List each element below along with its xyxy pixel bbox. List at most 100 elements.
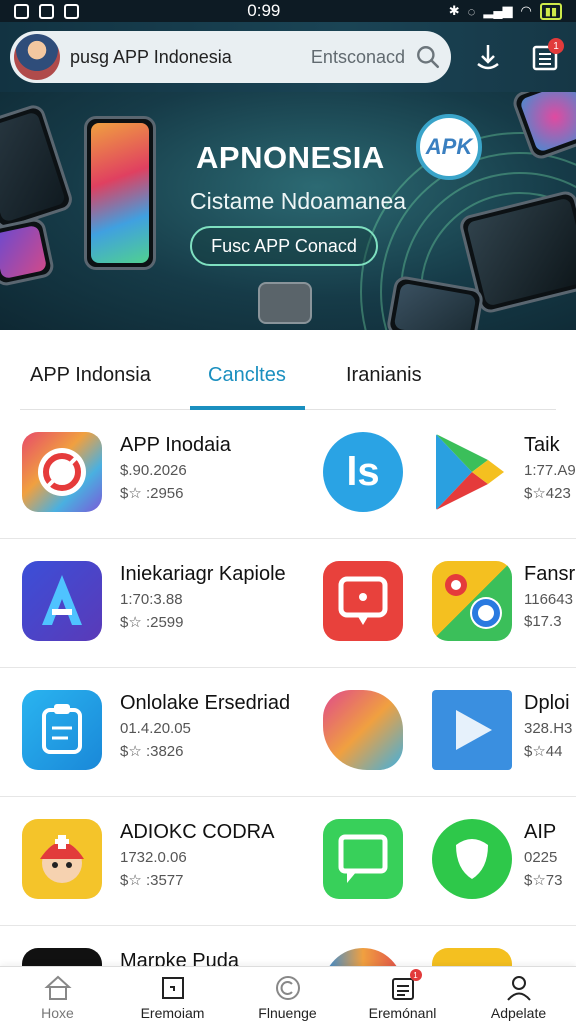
tab-app-indonesia[interactable]: APP Indonsia bbox=[30, 364, 151, 387]
app-name: APP Inodaia bbox=[120, 434, 231, 456]
side-app-rating: $☆44 bbox=[524, 743, 563, 760]
download-icon bbox=[476, 45, 499, 70]
list-item[interactable]: Onlolake Ersedriad 01.4.20.05 $☆ :3826 D… bbox=[0, 668, 576, 797]
app-name: Onlolake Ersedriad bbox=[120, 692, 291, 714]
side-app-rating: $☆423 bbox=[524, 485, 571, 502]
side-app-version: 0225 bbox=[524, 849, 558, 866]
phone-illustration bbox=[84, 116, 156, 270]
nav-eremonanl[interactable]: 1 Eremónanl bbox=[345, 967, 460, 1024]
play-icon bbox=[456, 710, 492, 750]
side-app-rating: $17.3 bbox=[524, 613, 562, 630]
chat-bubble-icon bbox=[338, 834, 388, 883]
nav-label: Adpelate bbox=[490, 1005, 547, 1021]
phone-illustration bbox=[0, 102, 76, 232]
side-app-name: AIP bbox=[524, 821, 557, 843]
apk-badge: APK bbox=[416, 114, 482, 180]
banner-subtitle: Cistame Ndoamanea bbox=[190, 188, 407, 214]
wifi-icon: ◠ bbox=[520, 3, 532, 18]
sync-icon: ◌ bbox=[467, 3, 476, 19]
app-version: 01.4.20.05 bbox=[120, 720, 191, 737]
lock-icon bbox=[64, 3, 79, 19]
banner-title: APNONESIA bbox=[196, 140, 385, 175]
cube-icon bbox=[258, 282, 312, 324]
notifications-button[interactable]: 1 bbox=[525, 36, 567, 78]
app-name: Iniekariagr Kapiole bbox=[120, 563, 286, 585]
download-button[interactable] bbox=[467, 36, 509, 78]
side-app-name: Taik bbox=[524, 434, 560, 456]
app-name: ADIOKC CODRA bbox=[120, 821, 275, 843]
app-version: 1:70:3.88 bbox=[120, 591, 183, 608]
mascot-icon bbox=[40, 835, 84, 883]
status-time: 0:99 bbox=[247, 1, 281, 20]
status-notification-icons bbox=[14, 3, 79, 19]
play-store-icon[interactable] bbox=[432, 430, 508, 514]
app-title: pusg APP Indonesia bbox=[70, 46, 232, 67]
banner-cta-button[interactable]: Fusc APP Conacd bbox=[190, 226, 378, 266]
bottom-navigation: Hoxe Eremoiam Flnuenge 1 Eremónanl Adpel… bbox=[0, 966, 576, 1024]
ls-app-icon[interactable]: ls bbox=[323, 432, 403, 512]
app-version: $.90.2026 bbox=[120, 462, 187, 479]
search-icon[interactable] bbox=[415, 44, 441, 70]
calendar-icon: 1 bbox=[388, 969, 422, 1003]
blob-app-icon[interactable] bbox=[323, 690, 403, 770]
phone-illustration bbox=[0, 216, 56, 288]
promo-banner[interactable]: APK APNONESIA Cistame Ndoamanea Fusc APP… bbox=[0, 92, 576, 330]
side-app-version: 328.H3 bbox=[524, 720, 573, 737]
app-icon[interactable] bbox=[22, 690, 102, 770]
message-icon bbox=[338, 576, 388, 625]
nav-home[interactable]: Hoxe bbox=[0, 967, 115, 1024]
list-item[interactable]: Iniekariagr Kapiole 1:70:3.88 $☆ :2599 F… bbox=[0, 539, 576, 668]
list-item[interactable]: ADIOKC CODRA 1732.0.06 $☆ :3577 AIP 0225… bbox=[0, 797, 576, 926]
letter-a-icon bbox=[42, 575, 82, 625]
tab-iranianis[interactable]: Iranianis bbox=[346, 364, 422, 387]
app-icon[interactable] bbox=[22, 561, 102, 641]
tab-canclites[interactable]: Cancltes bbox=[208, 364, 286, 387]
nav-label: Hoxe bbox=[41, 1005, 74, 1021]
app-rating: $☆ :3577 bbox=[120, 872, 184, 889]
window-icon bbox=[161, 977, 184, 999]
avatar[interactable] bbox=[14, 34, 60, 80]
category-tabs: APP Indonsia Cancltes Iranianis bbox=[20, 350, 556, 410]
nav-adpelate[interactable]: Adpelate bbox=[461, 967, 576, 1024]
user-icon bbox=[506, 976, 531, 1001]
search-input[interactable]: Entsconacd bbox=[311, 47, 405, 68]
home-icon bbox=[43, 975, 72, 1000]
side-app-rating: $☆73 bbox=[524, 872, 563, 889]
message-icon bbox=[39, 3, 54, 19]
app-rating: $☆ :2956 bbox=[120, 485, 184, 502]
side-app-version: 1:77.A9 bbox=[524, 462, 576, 479]
side-app-version: 116643 bbox=[524, 591, 573, 608]
side-app-name: Dploi bbox=[524, 692, 570, 714]
side-app-name: Fansr bbox=[524, 563, 576, 585]
app-icon[interactable] bbox=[22, 432, 102, 512]
nav-label: Flnuenge bbox=[258, 1005, 317, 1021]
list-item[interactable]: APP Inodaia $.90.2026 $☆ :2956 ls Taik 1… bbox=[0, 410, 576, 539]
clipboard-icon bbox=[42, 704, 82, 754]
nav-label: Eremoiam bbox=[140, 1005, 205, 1021]
maps-app-icon[interactable] bbox=[432, 561, 512, 641]
app-rating: $☆ :3826 bbox=[120, 743, 184, 760]
app-icon[interactable] bbox=[22, 819, 102, 899]
shield-icon bbox=[456, 839, 488, 879]
nav-badge: 1 bbox=[409, 969, 422, 981]
app-rating: $☆ :2599 bbox=[120, 614, 184, 631]
shield-app-icon[interactable] bbox=[432, 819, 512, 899]
signal-icon: ▂▄▆ bbox=[483, 3, 513, 18]
status-system-icons: ✱ ◌ ▂▄▆ ◠ ▮▮ bbox=[448, 2, 562, 20]
nav-flnuenge[interactable]: Flnuenge bbox=[230, 967, 345, 1024]
app-header: pusg APP Indonesia Entsconacd 1 bbox=[0, 22, 576, 92]
bluetooth-icon: ✱ bbox=[448, 3, 460, 18]
copyright-icon bbox=[275, 976, 300, 1000]
notification-icon bbox=[14, 3, 29, 19]
search-bar[interactable]: pusg APP Indonesia Entsconacd bbox=[10, 31, 451, 83]
status-bar: 0:99 ✱ ◌ ▂▄▆ ◠ ▮▮ bbox=[0, 0, 576, 22]
chrome-icon bbox=[38, 448, 86, 496]
chat-app-icon[interactable] bbox=[323, 561, 403, 641]
play-app-icon[interactable] bbox=[432, 690, 512, 770]
nav-label: Eremónanl bbox=[368, 1005, 437, 1021]
notification-badge: 1 bbox=[548, 38, 565, 54]
app-version: 1732.0.06 bbox=[120, 849, 187, 866]
battery-icon: ▮▮ bbox=[539, 2, 562, 20]
messages-app-icon[interactable] bbox=[323, 819, 403, 899]
nav-eremoiam[interactable]: Eremoiam bbox=[115, 967, 230, 1024]
